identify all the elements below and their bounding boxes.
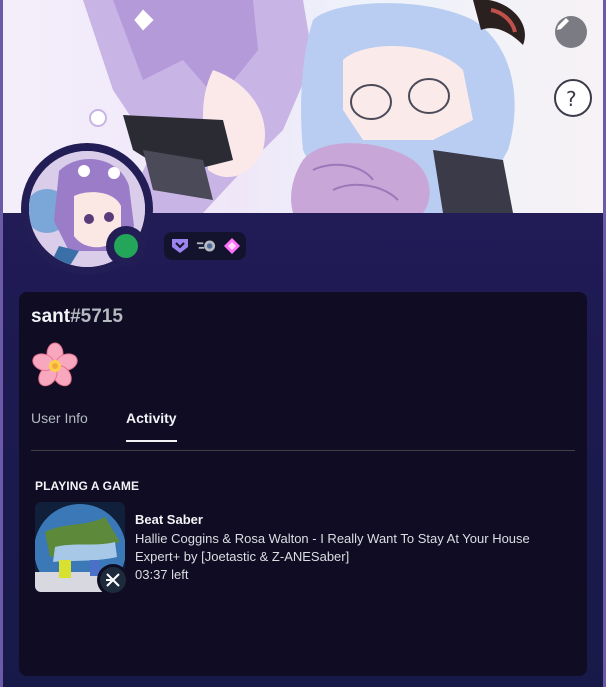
discriminator: #5715 [70, 306, 123, 327]
tab-activity[interactable]: Activity [126, 410, 177, 442]
badge-list [164, 232, 246, 260]
profile-popout: ? sant#5715 User Info Activity PLAYING A… [3, 0, 603, 687]
username-name: sant [31, 306, 71, 327]
game-name: Beat Saber [135, 512, 203, 527]
svg-text:?: ? [566, 87, 577, 111]
activity-section-title: PLAYING A GAME [35, 479, 140, 493]
pencil-icon [557, 18, 569, 30]
online-status-icon [114, 234, 138, 258]
edit-profile-button[interactable] [555, 16, 587, 48]
hypesquad-icon[interactable] [170, 236, 190, 256]
profile-tabs: User Info Activity [31, 410, 575, 451]
beat-saber-icon [106, 573, 120, 587]
tab-user-info[interactable]: User Info [31, 410, 88, 440]
activity-time-left: 03:37 left [135, 567, 189, 582]
cherry-blossom-icon [32, 342, 78, 387]
activity-details: Hallie Coggins & Rosa Walton - I Really … [135, 531, 530, 546]
game-platform-badge [97, 564, 129, 596]
username: sant#5715 [31, 306, 123, 328]
activity-state: Expert+ by [Joetastic & Z-ANESaber] [135, 549, 350, 564]
nitro-boost-icon[interactable] [196, 236, 216, 256]
profile-card: sant#5715 User Info Activity PLAYING A G… [19, 292, 587, 676]
boost-gem-icon[interactable] [222, 236, 242, 256]
status-indicator [106, 226, 146, 266]
